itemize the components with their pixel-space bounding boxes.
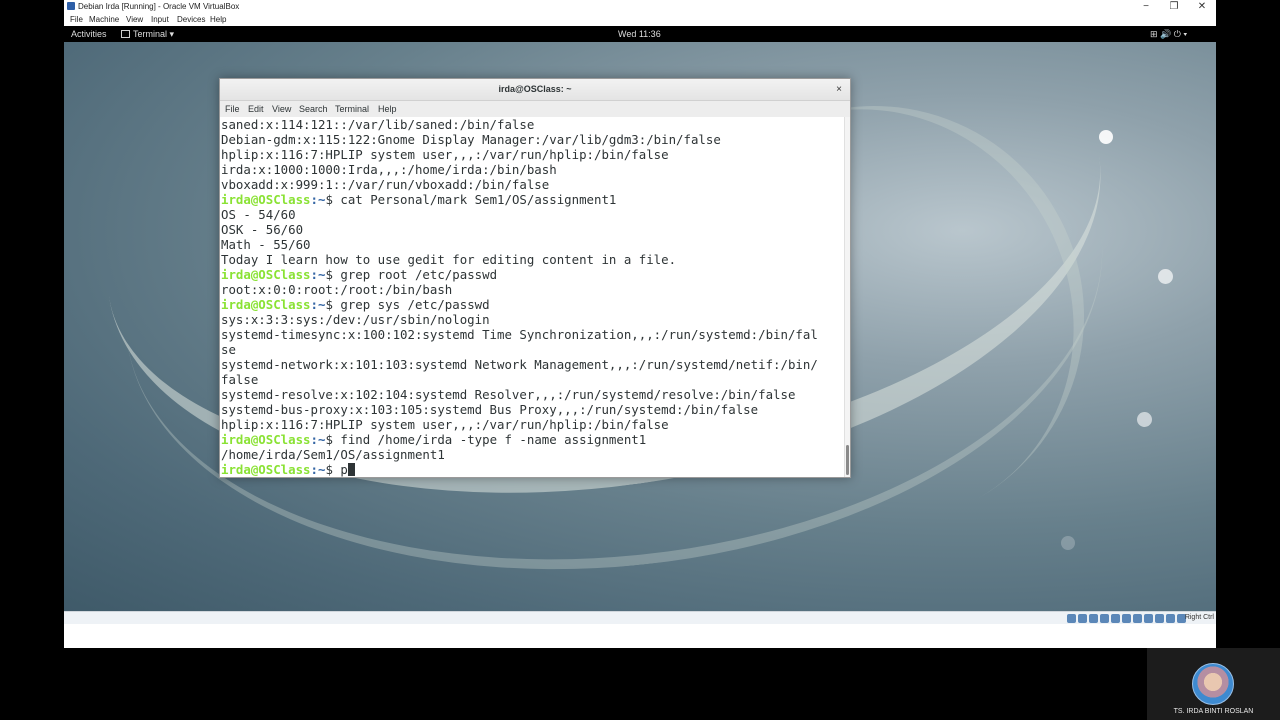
minimize-button[interactable]: − (1132, 0, 1160, 13)
virtualbox-logo-icon (67, 2, 75, 10)
terminal-scrollbar[interactable] (844, 117, 850, 477)
menu-input[interactable]: Input (151, 15, 169, 25)
terminal-output-line: systemd-bus-proxy:x:103:105:systemd Bus … (221, 402, 759, 417)
app-menu-terminal[interactable]: Terminal ▾ (121, 28, 174, 40)
terminal-output-line: false (221, 372, 259, 387)
device-status-icons (1067, 614, 1186, 623)
terminal-output-line: hplip:x:116:7:HPLIP system user,,,:/var/… (221, 147, 669, 162)
prompt-path: :~ (310, 432, 326, 447)
prompt-path: :~ (310, 192, 326, 207)
terminal-command-line: irda@OSClass:~$ p (220, 462, 844, 477)
terminal-output-line: sys:x:3:3:sys:/dev:/usr/sbin/nologin (221, 312, 490, 327)
terminal-app-icon (121, 30, 130, 38)
menu-file[interactable]: File (70, 15, 83, 25)
terminal-menu-help[interactable]: Help (378, 104, 397, 114)
terminal-window: irda@OSClass: ~ × File Edit View Search … (219, 78, 851, 478)
terminal-menu-search[interactable]: Search (299, 104, 328, 114)
terminal-title: irda@OSClass: ~ (498, 84, 572, 94)
prompt-user: irda@OSClass (221, 297, 311, 312)
video-capture-icon[interactable] (1144, 614, 1153, 623)
close-button[interactable]: ✕ (1188, 0, 1216, 13)
terminal-output-line: irda:x:1000:1000:Irda,,,:/home/irda:/bin… (221, 162, 557, 177)
virtualbox-title: Debian Irda [Running] - Oracle VM Virtua… (78, 2, 240, 11)
terminal-output-line: Math - 55/60 (221, 237, 311, 252)
prompt-user: irda@OSClass (221, 267, 311, 282)
command-text: $ grep root /etc/passwd (325, 267, 498, 282)
terminal-menu-terminal[interactable]: Terminal (335, 104, 369, 114)
virtualbox-menubar: File Machine View Input Devices Help (64, 13, 1216, 26)
presenter-avatar (1192, 663, 1234, 705)
prompt-path: :~ (310, 297, 326, 312)
prompt-user: irda@OSClass (221, 192, 311, 207)
usb-icon[interactable] (1111, 614, 1120, 623)
audio-icon[interactable] (1089, 614, 1098, 623)
prompt-path: :~ (310, 462, 326, 477)
terminal-command-line: irda@OSClass:~$ find /home/irda -type f … (220, 432, 844, 447)
command-text: $ find /home/irda -type f -name assignme… (325, 432, 647, 447)
terminal-output-line: systemd-network:x:101:103:systemd Networ… (221, 357, 818, 372)
virtualbox-statusbar: Right Ctrl (64, 611, 1216, 624)
terminal-output-line: Today I learn how to use gedit for editi… (221, 252, 677, 267)
terminal-menu-edit[interactable]: Edit (248, 104, 264, 114)
scrollbar-thumb[interactable] (846, 445, 849, 475)
maximize-button[interactable]: ❐ (1160, 0, 1188, 13)
cpu-icon[interactable] (1155, 614, 1164, 623)
wallpaper-bubble (1158, 269, 1173, 284)
prompt-user: irda@OSClass (221, 462, 311, 477)
host-key-label: Right Ctrl (1184, 614, 1214, 621)
presenter-name: TS. IRDA BINTI ROSLAN (1173, 708, 1254, 715)
terminal-output-line: /home/irda/Sem1/OS/assignment1 (221, 447, 445, 462)
terminal-close-button[interactable]: × (832, 83, 846, 97)
clock[interactable]: Wed 11:36 (618, 28, 661, 40)
terminal-output-line: hplip:x:116:7:HPLIP system user,,,:/var/… (221, 417, 669, 432)
menu-view[interactable]: View (126, 15, 143, 25)
command-text: $ cat Personal/mark Sem1/OS/assignment1 (325, 192, 617, 207)
system-tray[interactable]: ⊞ 🔊 ⏻ ▾ (1150, 28, 1187, 40)
terminal-output-line: se (221, 342, 236, 357)
virtualbox-titlebar: Debian Irda [Running] - Oracle VM Virtua… (64, 0, 1216, 13)
gnome-top-bar: Activities Terminal ▾ Wed 11:36 ⊞ 🔊 ⏻ ▾ (64, 26, 1216, 42)
shared-folder-icon[interactable] (1122, 614, 1131, 623)
terminal-output-line: OS - 54/60 (221, 207, 296, 222)
command-text: $ p (325, 462, 348, 477)
terminal-command-line: irda@OSClass:~$ cat Personal/mark Sem1/O… (220, 192, 844, 207)
text-cursor (347, 463, 355, 476)
network-icon[interactable] (1100, 614, 1109, 623)
wallpaper-bubble (1061, 536, 1075, 550)
wallpaper-bubble (1099, 130, 1113, 144)
terminal-menu-file[interactable]: File (225, 104, 240, 114)
terminal-output-line: Debian-gdm:x:115:122:Gnome Display Manag… (221, 132, 721, 147)
command-text: $ grep sys /etc/passwd (325, 297, 490, 312)
terminal-menubar: File Edit View Search Terminal Help (220, 101, 850, 117)
terminal-output-line: vboxadd:x:999:1::/var/run/vboxadd:/bin/f… (221, 177, 550, 192)
hdd-icon[interactable] (1067, 614, 1076, 623)
terminal-command-line: irda@OSClass:~$ grep sys /etc/passwd (220, 297, 844, 312)
terminal-titlebar[interactable]: irda@OSClass: ~ × (220, 79, 850, 101)
terminal-output-line: OSK - 56/60 (221, 222, 304, 237)
optical-drive-icon[interactable] (1078, 614, 1087, 623)
prompt-path: :~ (310, 267, 326, 282)
prompt-user: irda@OSClass (221, 432, 311, 447)
terminal-output-line: systemd-timesync:x:100:102:systemd Time … (221, 327, 818, 342)
display-icon[interactable] (1133, 614, 1142, 623)
terminal-command-line: irda@OSClass:~$ grep root /etc/passwd (220, 267, 844, 282)
terminal-menu-view[interactable]: View (272, 104, 291, 114)
menu-devices[interactable]: Devices (177, 15, 205, 25)
wallpaper-bubble (1137, 412, 1152, 427)
mouse-integration-icon[interactable] (1166, 614, 1175, 623)
terminal-output-line: saned:x:114:121::/var/lib/saned:/bin/fal… (221, 117, 535, 132)
terminal-output-line: systemd-resolve:x:102:104:systemd Resolv… (221, 387, 796, 402)
menu-help[interactable]: Help (210, 15, 226, 25)
terminal-output-line: root:x:0:0:root:/root:/bin/bash (221, 282, 453, 297)
webcam-overlay: TS. IRDA BINTI ROSLAN (1147, 648, 1280, 720)
app-menu-label: Terminal ▾ (133, 29, 175, 39)
menu-machine[interactable]: Machine (89, 15, 119, 25)
activities-button[interactable]: Activities (71, 28, 107, 40)
terminal-output[interactable]: saned:x:114:121::/var/lib/saned:/bin/fal… (220, 117, 844, 477)
